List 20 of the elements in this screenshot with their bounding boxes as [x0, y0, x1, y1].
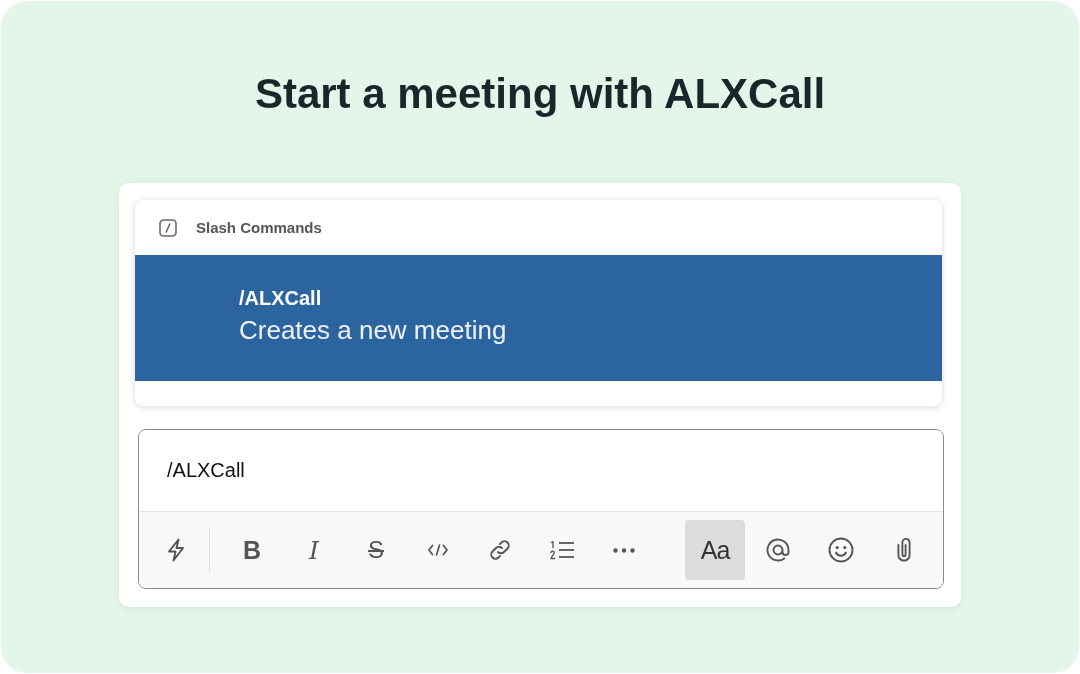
menu-header: Slash Commands [196, 219, 322, 236]
at-sign-icon [765, 537, 791, 563]
italic-button[interactable]: I [284, 520, 344, 580]
message-composer[interactable]: /ALXCall B I S Aa [138, 429, 944, 589]
slash-icon [159, 218, 177, 237]
command-option[interactable]: /ALXCall Creates a new meeting [135, 255, 942, 381]
numbered-list-icon [549, 540, 575, 560]
page-heading: Start a meeting with ALXCall [254, 69, 826, 119]
message-field[interactable]: /ALXCall [139, 430, 943, 512]
lightning-icon [166, 538, 186, 562]
formatting-button[interactable]: Aa [685, 520, 745, 580]
strikethrough-button[interactable]: S [346, 520, 406, 580]
bold-button[interactable]: B [222, 520, 282, 580]
chain-link-icon [488, 538, 512, 562]
paperclip-icon [896, 537, 912, 563]
command-description: Creates a new meeting [239, 314, 507, 346]
more-icon [613, 547, 635, 553]
command-name: /ALXCall [239, 286, 322, 310]
smiley-icon [828, 537, 854, 563]
code-icon [428, 544, 448, 556]
